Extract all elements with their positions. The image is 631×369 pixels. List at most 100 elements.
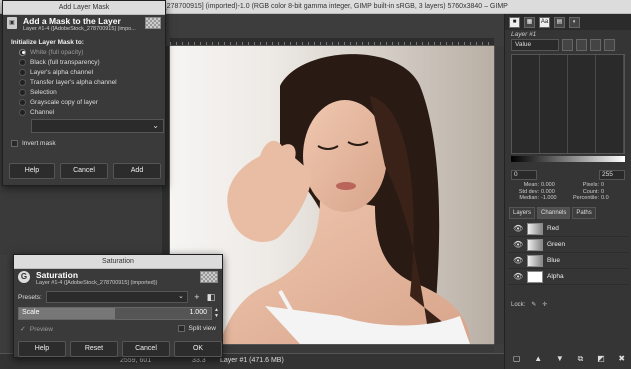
tab-channels[interactable]: Channels [537,207,571,219]
duplicate-icon[interactable]: ⧉ [578,354,584,366]
lock-position-icon[interactable]: ✛ [542,301,547,308]
ok-button[interactable]: OK [174,341,222,357]
pattern-icon[interactable]: ▦ [524,16,535,28]
invert-mask-checkbox[interactable] [11,140,18,147]
histogram-stats: Mean: 0.000 Pixels: 0 Std dev: 0.000 Cou… [511,182,625,202]
presets-label: Presets: [18,293,42,301]
radio-button[interactable] [19,68,26,76]
option-white[interactable]: White (full opacity) [19,47,117,57]
histogram-graph[interactable] [511,54,625,154]
channel-row-blue[interactable]: 👁 Blue [509,253,629,269]
channel-thumbnail [527,238,543,251]
horizontal-ruler[interactable] [170,38,494,46]
range-max-input[interactable]: 255 [599,170,625,180]
channel-thumbnail [527,270,543,283]
dialog-title: Add Layer Mask [3,1,165,15]
range-min-input[interactable]: 0 [511,170,537,180]
preview-checkbox[interactable]: ✓ [20,325,26,333]
new-channel-icon[interactable]: ▢ [513,354,521,366]
split-view-checkbox[interactable] [177,325,185,332]
dialog-subtitle: Layer #1-4 ([AdobeStock_278700915] (impo… [23,26,136,32]
eye-icon[interactable]: 👁 [513,256,523,266]
help-button[interactable]: Help [18,341,66,357]
to-selection-icon[interactable]: ◩ [597,354,605,366]
channel-name: Alpha [547,273,564,280]
delete-icon[interactable]: ✖ [618,354,625,366]
radio-button[interactable] [19,98,26,106]
cancel-button[interactable]: Cancel [60,163,108,179]
histogram-controls: Value [511,39,629,52]
option-selection[interactable]: Selection [19,87,117,97]
mask-type-options: White (full opacity) Black (full transpa… [19,47,117,117]
dock-bottom-toolbar: ▢ ▲ ▼ ⧉ ◩ ✖ [509,354,629,366]
radio-button[interactable] [19,58,26,66]
lock-row: Lock: ✎ ✛ [511,301,547,309]
linear-scale-button[interactable] [562,39,573,51]
vertical-scrollbar[interactable] [494,46,504,344]
scale-label: Scale [22,309,40,316]
add-preset-icon[interactable]: + [192,292,202,302]
radio-button[interactable] [19,78,26,86]
invert-mask-label: Invert mask [22,140,56,147]
zoom-level[interactable]: 33.3 [192,357,206,364]
option-label: Selection [30,88,57,96]
spin-arrows-icon[interactable]: ▲ ▼ [213,307,220,320]
scale-row: Scale 1.000 ▲ ▼ [18,307,220,320]
add-button[interactable]: Add [113,163,161,179]
dialog-header: ▣ Add a Mask to the Layer Layer #1-4 ([A… [7,16,163,35]
radio-button[interactable] [19,108,26,116]
radio-button[interactable] [19,88,26,96]
option-channel[interactable]: Channel [19,107,117,117]
option-grayscale[interactable]: Grayscale copy of layer [19,97,117,107]
lock-pixels-icon[interactable]: ✎ [531,301,536,308]
help-button[interactable]: Help [9,163,55,179]
option-label: Grayscale copy of layer [30,98,98,106]
option-label: Channel [30,108,55,116]
histogram-channel-select[interactable]: Value [511,39,559,51]
scale-slider[interactable]: Scale 1.000 [18,307,212,320]
eye-icon[interactable]: 👁 [513,240,523,250]
device-icon[interactable]: ◐ [569,16,580,28]
dialog-heading: Add a Mask to the Layer [23,16,121,26]
dialog-subtitle: Layer #1-4 ([AdobeStock_278700915] (impo… [36,280,158,286]
channel-name: Green [547,241,566,248]
channel-select[interactable]: ⌄ [31,119,164,133]
raise-icon[interactable]: ▲ [534,354,542,366]
cancel-button[interactable]: Cancel [122,341,170,357]
pointer-coordinates: 2559, 601 [120,357,152,364]
channel-row-alpha[interactable]: 👁 Alpha [509,269,629,285]
lower-icon[interactable]: ▼ [556,354,564,366]
preset-menu-icon[interactable]: ◧ [206,292,216,302]
option-black[interactable]: Black (full transparency) [19,57,117,67]
tab-paths[interactable]: Paths [572,207,596,219]
eye-icon[interactable]: 👁 [513,272,523,282]
split-view-label: Split view [188,325,216,332]
invert-mask-row[interactable]: Invert mask [11,140,56,147]
option-label: Layer's alpha channel [30,68,94,76]
channel-row-red[interactable]: 👁 Red [509,221,629,237]
font-icon[interactable]: Aa [539,16,550,28]
option-alpha[interactable]: Layer's alpha channel [19,67,117,77]
lock-label: Lock: [511,301,526,308]
chevron-down-icon: ⌄ [152,121,159,130]
eye-icon[interactable]: 👁 [513,224,523,234]
option-transfer-alpha[interactable]: Transfer layer's alpha channel [19,77,117,87]
channels-list: 👁 Red 👁 Green 👁 Blue 👁 Alpha [509,221,629,285]
channel-row-green[interactable]: 👁 Green [509,237,629,253]
histogram-mode-button[interactable] [590,39,601,51]
histogram-icon[interactable]: ▤ [554,16,565,28]
dock-tab-bar: ■ ▦ Aa ▤ ◐ [505,14,631,30]
dialog-buttons: Help Cancel Add [9,163,161,179]
preview-row[interactable]: ✓ Preview [20,325,53,334]
brush-icon[interactable]: ■ [509,16,520,28]
histogram-options-button[interactable] [604,39,615,51]
stat-value: 0.0 [601,195,609,201]
reset-button[interactable]: Reset [70,341,118,357]
split-view-row[interactable]: Split view [177,325,216,332]
log-scale-button[interactable] [576,39,587,51]
presets-select[interactable]: ⌄ [45,291,188,303]
dialog-buttons: Help Reset Cancel OK [18,341,222,357]
tab-layers[interactable]: Layers [509,207,536,219]
radio-button[interactable] [19,48,26,56]
layer-thumbnail [145,17,161,29]
